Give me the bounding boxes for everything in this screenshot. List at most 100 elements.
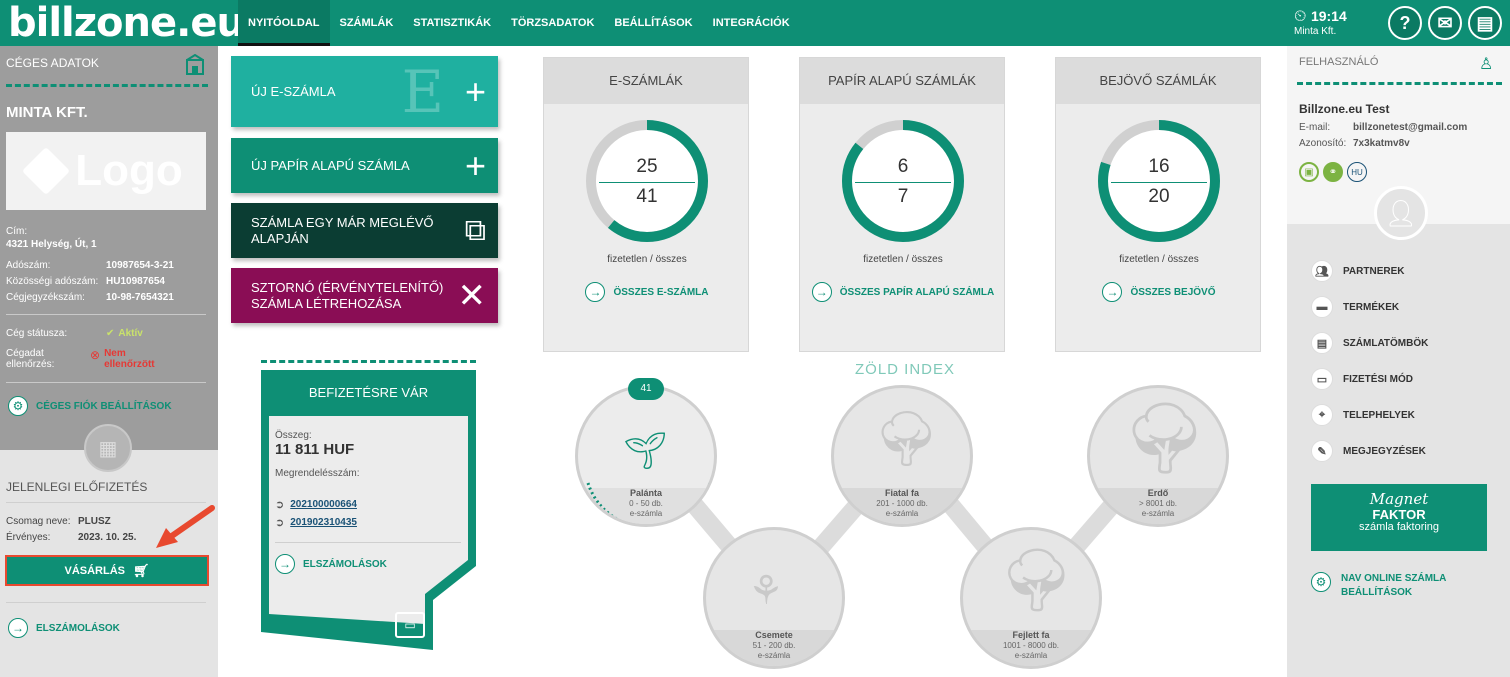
nav-home[interactable]: NYITÓOLDAL	[238, 0, 330, 46]
right-sidebar: FELHASZNÁLÓ ♙ Billzone.eu Test E-mail: bi…	[1287, 46, 1510, 677]
order-number: 202100000664	[290, 499, 357, 510]
nav-online-settings-link[interactable]: ⚙ NAV ONLINE SZÁMLA BEÁLLÍTÁSOK	[1311, 572, 1446, 600]
status-row: Cég státusza: ✔ Aktív	[6, 328, 143, 339]
ring-caption: fizetetlen / összes	[1119, 254, 1199, 265]
eu-tax-label: Közösségi adószám:	[6, 276, 99, 287]
total-count: 20	[1148, 186, 1170, 207]
eu-tax-value: HU10987654	[106, 276, 165, 287]
close-icon: ✕	[457, 276, 487, 315]
level-seedling: 🌱︎ Palánta 0 - 50 db. e-számla	[575, 385, 717, 527]
package-row: Csomag neve: PLUSZ	[6, 516, 111, 527]
language-badge[interactable]: HU	[1347, 162, 1367, 182]
green-index-title: ZÖLD INDEX	[854, 361, 955, 378]
people-icon: 👥︎	[1311, 260, 1333, 282]
validity-row: Érvényes: 2023. 10. 25.	[6, 532, 136, 543]
gear-icon: ⚙	[1311, 572, 1331, 592]
order-link[interactable]: ➲ 201902310435	[275, 516, 357, 529]
billzone-logo[interactable]: billzone.eu	[8, 2, 245, 44]
tax-row: Adószám: 10987654-3-21	[6, 260, 174, 271]
plus-icon: +	[464, 144, 486, 186]
company-settings-link[interactable]: ⚙ CÉGES FIÓK BEÁLLÍTÁSOK	[8, 396, 172, 416]
status-value: Aktív	[118, 328, 143, 339]
copy-invoice-button[interactable]: SZÁMLA EGY MÁR MEGLÉVŐ ALAPJÁN ⧉	[231, 203, 498, 258]
green-index-count-badge: 41	[628, 378, 664, 400]
unpaid-count: 25	[636, 156, 658, 177]
all-e-invoices-link[interactable]: → ÖSSZES E-SZÁMLA	[544, 282, 750, 302]
verification-label: Cégadat ellenőrzés:	[6, 348, 55, 370]
reg-row: Cégjegyzékszám: 10-98-7654321	[6, 292, 174, 303]
top-bar: billzone.eu NYITÓOLDAL SZÁMLÁK STATISZTI…	[0, 0, 1510, 46]
nav-invoices[interactable]: SZÁMLÁK	[330, 0, 404, 46]
paper-invoices-card: PAPÍR ALAPÚ SZÁMLÁK 6 7 fizetetlen / öss…	[799, 57, 1005, 352]
copy-invoice-label: SZÁMLA EGY MÁR MEGLÉVŐ ALAPJÁN	[251, 214, 434, 246]
menu-notes[interactable]: ✎ MEGJEGYZÉSEK	[1311, 440, 1426, 462]
company-logo-placeholder[interactable]: Logo	[6, 132, 206, 210]
level-forest: 🌳︎ Erdő > 8001 db. e-számla	[1087, 385, 1229, 527]
new-e-invoice-button[interactable]: ÚJ E-SZÁMLA E +	[231, 56, 498, 127]
main-nav: NYITÓOLDAL SZÁMLÁK STATISZTIKÁK TÖRZSADA…	[238, 0, 800, 46]
link-icon[interactable]: ⚭	[1323, 162, 1343, 182]
progress-ring	[1098, 120, 1220, 242]
dashed-divider	[261, 360, 476, 363]
avatar[interactable]: 👤︎	[1374, 186, 1428, 240]
arrow-right-icon: →	[811, 282, 832, 302]
seedling-progress-arc	[586, 482, 712, 524]
id-label: Azonosító:	[1299, 138, 1347, 149]
ring-caption: fizetetlen / összes	[863, 254, 943, 265]
document-icon[interactable]: ▤	[1468, 6, 1502, 40]
menu-payment-method[interactable]: ▭ FIZETÉSI MÓD	[1311, 368, 1413, 390]
progress-ring	[842, 120, 964, 242]
nav-settings[interactable]: BEÁLLÍTÁSOK	[604, 0, 702, 46]
level-label: Fejlett fa 1001 - 8000 db. e-számla	[1002, 630, 1060, 660]
plus-icon: +	[464, 70, 486, 112]
id-row: Azonosító: 7x3katmv8v	[1299, 138, 1410, 149]
company-settings-label: CÉGES FIÓK BEÁLLÍTÁSOK	[36, 400, 172, 412]
email-value: billzonetest@gmail.com	[1353, 122, 1468, 133]
fraction-line	[855, 182, 951, 183]
buy-button[interactable]: VÁSÁRLÁS 🛒︎	[5, 555, 209, 586]
arrow-right-icon: →	[1102, 282, 1123, 302]
storno-invoice-button[interactable]: SZTORNÓ (ÉRVÉNYTELENÍTŐ) SZÁMLA LÉTREHOZÁ…	[231, 268, 498, 323]
tax-label: Adószám:	[6, 260, 51, 271]
new-paper-invoice-button[interactable]: ÚJ PAPÍR ALAPÚ SZÁMLA +	[231, 138, 498, 193]
order-link[interactable]: ➲ 202100000664	[275, 498, 357, 511]
mature-tree-icon: 🌳︎	[997, 546, 1076, 615]
unpaid-count: 6	[897, 156, 909, 177]
arrow-right-icon: →	[8, 618, 28, 638]
payment-accounts-link[interactable]: → ELSZÁMOLÁSOK	[275, 554, 387, 574]
nav-master-data[interactable]: TÖRZSADATOK	[501, 0, 604, 46]
help-icon[interactable]: ?	[1388, 6, 1422, 40]
box-icon: ▬	[1311, 296, 1333, 318]
all-incoming-label: ÖSSZES BEJÖVŐ	[1130, 286, 1216, 298]
menu-partners[interactable]: 👥︎ PARTNEREK	[1311, 260, 1404, 282]
user-badges: ▣ ⚭ HU	[1299, 162, 1367, 182]
menu-invoice-pads[interactable]: ▤ SZÁMLATÖMBÖK	[1311, 332, 1428, 354]
all-paper-invoices-link[interactable]: → ÖSSZES PAPÍR ALAPÚ SZÁMLA	[800, 282, 1006, 302]
building-icon	[186, 54, 204, 75]
time-text: 19:14	[1310, 8, 1347, 24]
dashed-divider	[1297, 82, 1502, 85]
verification-row: Cégadat ellenőrzés: ⊗ Nem ellenőrzött	[6, 348, 155, 370]
menu-sites[interactable]: ⌖ TELEPHELYEK	[1311, 404, 1415, 426]
grid-icon[interactable]: ▦	[84, 424, 132, 472]
location-pin-icon: ⌖	[1311, 404, 1333, 426]
mail-icon[interactable]: ✉	[1428, 6, 1462, 40]
new-e-invoice-label: ÚJ E-SZÁMLA	[251, 84, 336, 99]
amount-value: 11 811 HUF	[275, 441, 355, 458]
order-number: 201902310435	[290, 517, 357, 528]
nav-integrations[interactable]: INTEGRÁCIÓK	[703, 0, 800, 46]
magnet-factor-banner[interactable]: Magnet FAKTOR számla faktoring	[1311, 484, 1487, 551]
wallet-icon: ▭	[1311, 368, 1333, 390]
check-circle-icon: ✔	[106, 328, 115, 339]
left-accounts-link[interactable]: → ELSZÁMOLÁSOK	[8, 618, 120, 638]
nav-statistics[interactable]: STATISZTIKÁK	[403, 0, 501, 46]
monitor-icon[interactable]: ▣	[1299, 162, 1319, 182]
all-incoming-link[interactable]: → ÖSSZES BEJÖVŐ	[1056, 282, 1262, 302]
divider	[6, 502, 206, 503]
amount-label: Összeg:	[275, 430, 312, 441]
menu-products[interactable]: ▬ TERMÉKEK	[1311, 296, 1399, 318]
level-mature-tree: 🌳︎ Fejlett fa 1001 - 8000 db. e-számla	[960, 527, 1102, 669]
sapling-icon: ⚘	[748, 569, 784, 613]
progress-ring	[586, 120, 708, 242]
paper-invoice-ring: 6 7	[840, 118, 966, 244]
